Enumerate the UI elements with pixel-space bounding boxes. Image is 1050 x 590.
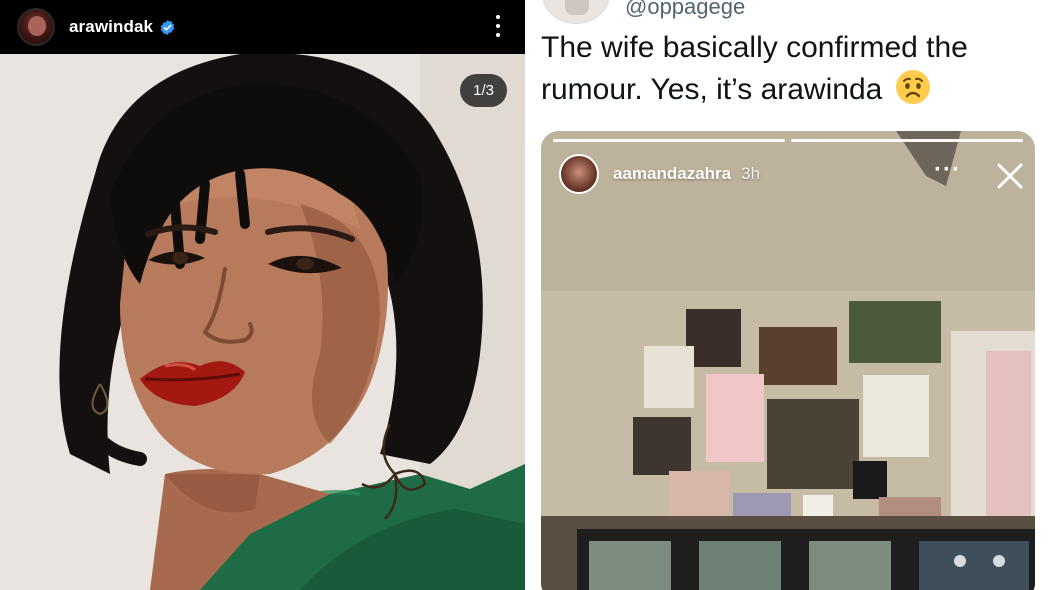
post-header: arawindak [0, 0, 525, 54]
post-photo[interactable]: 1/3 [0, 54, 525, 590]
tweet-avatar[interactable] [542, 0, 610, 24]
story-header: aamandazahra 3h [559, 153, 760, 195]
story-progress-bar [553, 139, 1023, 142]
close-icon[interactable] [995, 161, 1025, 191]
more-vertical-icon[interactable] [493, 12, 503, 40]
tweet-card: @oppagege The wife basically confirmed t… [525, 0, 1050, 590]
profile-username[interactable]: arawindak [69, 17, 153, 37]
verified-badge-icon [160, 19, 175, 35]
tweet-text: The wife basically confirmed the rumour.… [541, 27, 1041, 111]
tweet-handle[interactable]: @oppagege [625, 0, 745, 20]
story-username[interactable]: aamandazahra [613, 164, 731, 184]
story-timestamp: 3h [741, 164, 761, 183]
instagram-post: arawindak 1/3 [0, 0, 525, 590]
more-horizontal-icon[interactable]: ··· [934, 158, 961, 182]
room-photo [541, 131, 1035, 590]
carousel-counter: 1/3 [460, 74, 507, 107]
worried-face-emoji-icon [895, 70, 930, 104]
story-screenshot[interactable]: aamandazahra 3h ··· [541, 131, 1035, 590]
story-avatar[interactable] [559, 154, 599, 194]
profile-avatar[interactable] [17, 8, 55, 46]
portrait-image [0, 54, 525, 590]
